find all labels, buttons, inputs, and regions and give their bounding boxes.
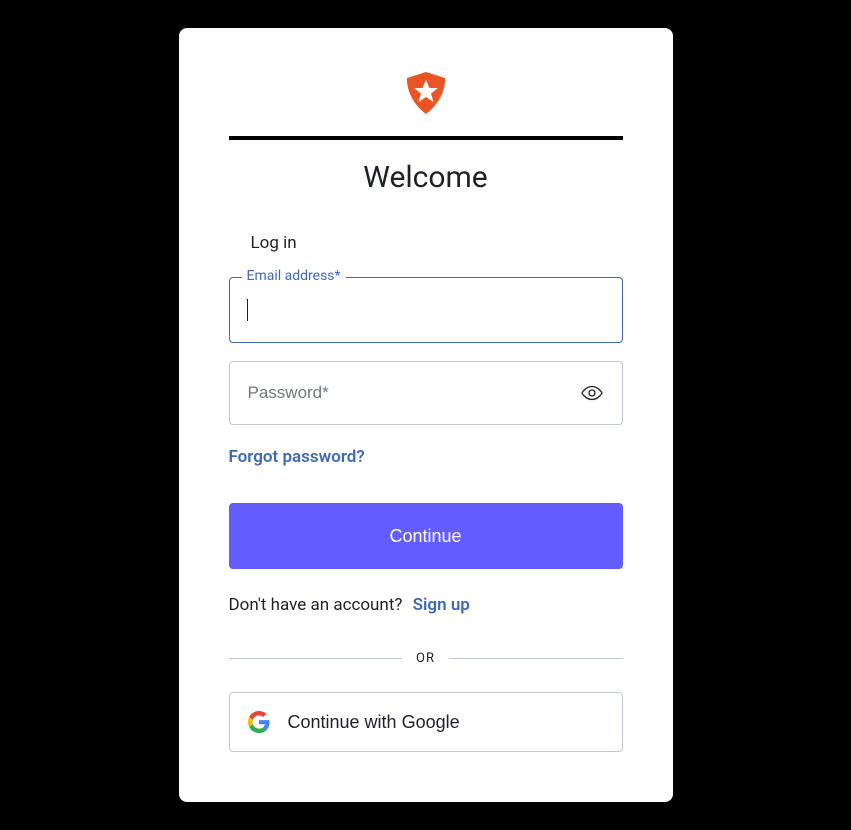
divider-line-right bbox=[449, 658, 623, 659]
email-field-group: Email address* bbox=[229, 277, 623, 343]
divider-label: OR bbox=[402, 651, 449, 666]
continue-button[interactable]: Continue bbox=[229, 503, 623, 569]
password-field-group bbox=[229, 361, 623, 425]
email-input[interactable] bbox=[229, 277, 623, 343]
google-icon bbox=[248, 711, 270, 733]
google-button-label: Continue with Google bbox=[288, 712, 460, 733]
or-divider: OR bbox=[229, 651, 623, 666]
google-signin-button[interactable]: Continue with Google bbox=[229, 692, 623, 752]
header-divider bbox=[229, 136, 623, 140]
signup-row: Don't have an account? Sign up bbox=[229, 595, 623, 615]
signup-prompt: Don't have an account? bbox=[229, 595, 403, 615]
logo-wrap bbox=[401, 68, 451, 118]
shield-star-icon bbox=[401, 68, 451, 118]
password-input[interactable] bbox=[229, 361, 623, 425]
login-card: Welcome Log in Email address* Forgot pas… bbox=[179, 28, 673, 802]
forgot-password-link[interactable]: Forgot password? bbox=[229, 447, 365, 467]
eye-icon bbox=[581, 385, 603, 401]
show-password-button[interactable] bbox=[577, 381, 607, 405]
text-caret bbox=[247, 299, 248, 321]
page-title: Welcome bbox=[363, 160, 487, 195]
signup-link[interactable]: Sign up bbox=[413, 595, 470, 615]
login-heading: Log in bbox=[229, 233, 623, 253]
divider-line-left bbox=[229, 658, 403, 659]
login-form: Log in Email address* Forgot password? C… bbox=[229, 233, 623, 752]
